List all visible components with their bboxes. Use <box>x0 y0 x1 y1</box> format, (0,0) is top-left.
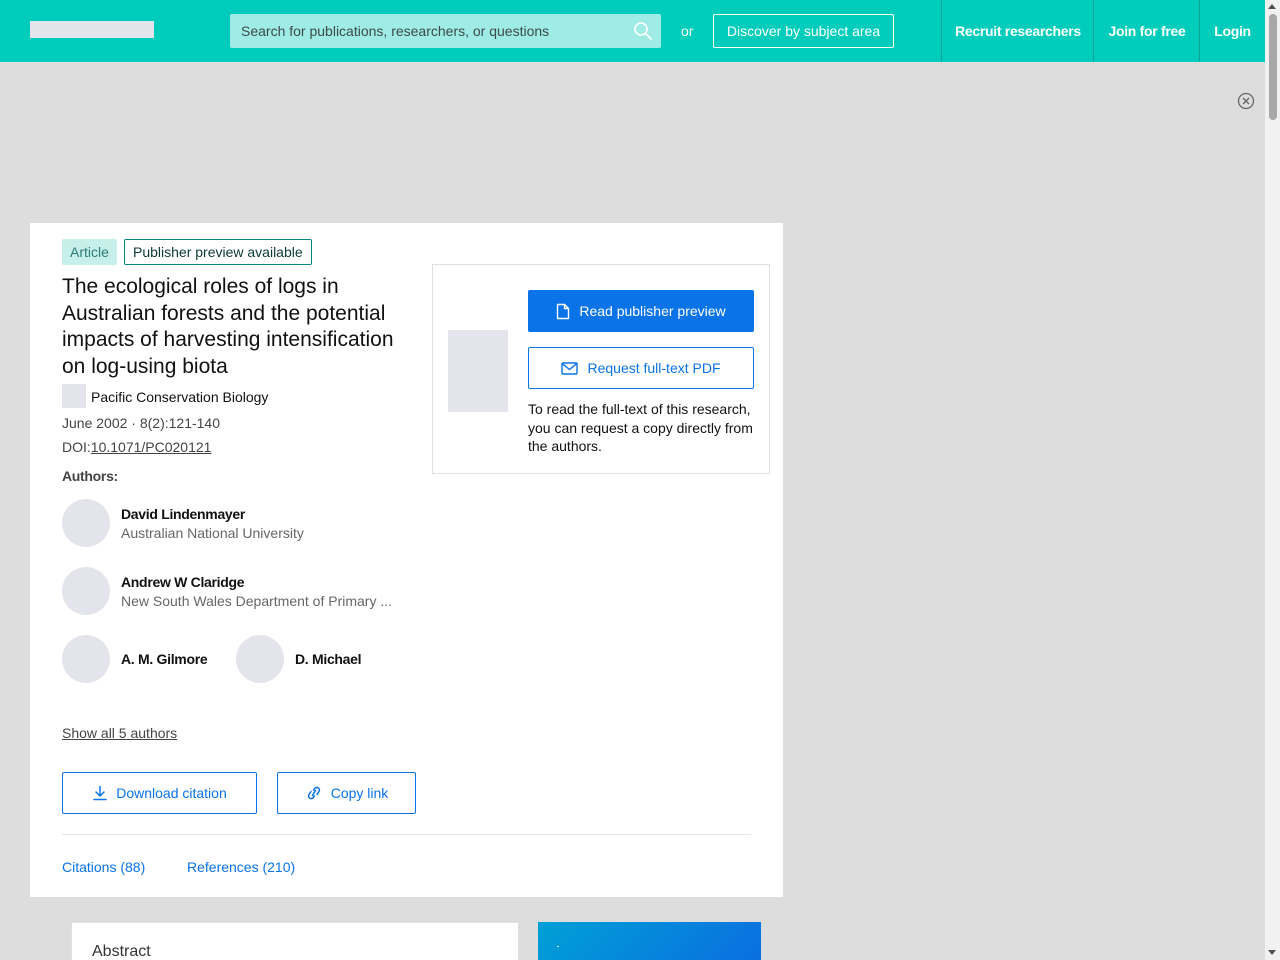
scroll-down-arrow-icon[interactable] <box>1268 950 1276 955</box>
search-icon[interactable] <box>633 21 653 41</box>
copy-link-label: Copy link <box>330 785 389 801</box>
avatar[interactable] <box>236 635 284 683</box>
tab-references[interactable]: References (210) <box>187 859 295 875</box>
login-link[interactable]: Login <box>1199 0 1265 62</box>
request-full-text-button[interactable]: Request full-text PDF <box>528 347 754 389</box>
search-input[interactable] <box>230 14 620 48</box>
site-logo[interactable] <box>30 21 154 38</box>
request-note: To read the full-text of this research, … <box>528 401 753 454</box>
read-publisher-preview-button[interactable]: Read publisher preview <box>528 290 754 332</box>
doi-link[interactable]: 10.1071/PC020121 <box>91 439 212 455</box>
show-all-authors-link[interactable]: Show all 5 authors <box>62 725 177 741</box>
publication-date: June 2002 · 8(2):121-140 <box>62 415 220 431</box>
scroll-thumb[interactable] <box>1269 14 1277 120</box>
join-for-free-link[interactable]: Join for free <box>1093 0 1200 62</box>
read-publisher-preview-label: Read publisher preview <box>579 303 726 319</box>
search-box <box>230 14 661 48</box>
author-item[interactable]: Andrew W Claridge New South Wales Depart… <box>62 567 392 615</box>
journal-name[interactable]: Pacific Conservation Biology <box>91 389 268 405</box>
close-circle-icon[interactable] <box>1237 92 1255 110</box>
mail-icon <box>561 361 579 375</box>
avatar[interactable] <box>62 567 110 615</box>
article-type-badge: Article <box>62 239 117 265</box>
avatar[interactable] <box>62 499 110 547</box>
request-full-text-label: Request full-text PDF <box>587 360 721 376</box>
top-navigation-bar: or Discover by subject area Recruit rese… <box>0 0 1265 62</box>
doi-label: DOI: <box>62 439 91 455</box>
author-item[interactable]: David Lindenmayer Australian National Un… <box>62 499 304 547</box>
document-icon <box>557 303 570 319</box>
author-name[interactable]: Andrew W Claridge <box>121 574 392 590</box>
author-name[interactable]: A. M. Gilmore <box>121 651 208 667</box>
scroll-up-arrow-icon[interactable] <box>1268 4 1276 9</box>
publication-cover-thumbnail[interactable] <box>448 330 508 412</box>
download-icon <box>93 785 107 801</box>
authors-label: Authors: <box>62 468 118 484</box>
or-text: or <box>681 23 694 39</box>
download-citation-label: Download citation <box>116 785 227 801</box>
doi-line: DOI:10.1071/PC020121 <box>62 439 211 455</box>
publisher-preview-badge: Publisher preview available <box>124 239 312 265</box>
promo-graphic <box>557 946 559 947</box>
divider <box>62 834 751 835</box>
author-name[interactable]: D. Michael <box>295 651 362 667</box>
article-title: The ecological roles of logs in Australi… <box>62 275 394 378</box>
author-item[interactable]: A. M. Gilmore <box>62 635 208 683</box>
tab-citations[interactable]: Citations (88) <box>62 859 145 875</box>
download-citation-button[interactable]: Download citation <box>62 772 257 814</box>
copy-link-button[interactable]: Copy link <box>277 772 416 814</box>
author-affiliation: New South Wales Department of Primary ..… <box>121 592 393 609</box>
link-icon <box>307 786 320 800</box>
abstract-heading: Abstract <box>92 943 151 960</box>
full-text-request-panel: Read publisher preview Request full-text… <box>432 264 770 474</box>
page-scrollbar[interactable] <box>1265 0 1280 960</box>
recruit-researchers-link[interactable]: Recruit researchers <box>941 0 1094 62</box>
promo-banner[interactable] <box>538 922 761 960</box>
discover-by-subject-button[interactable]: Discover by subject area <box>713 14 894 48</box>
article-card: Article Publisher preview available The … <box>30 223 783 897</box>
abstract-section: Abstract <box>71 922 519 960</box>
avatar[interactable] <box>62 635 110 683</box>
author-affiliation: Australian National University <box>121 524 304 541</box>
author-item[interactable]: D. Michael <box>236 635 362 683</box>
journal-logo <box>62 384 86 408</box>
author-name[interactable]: David Lindenmayer <box>121 506 304 522</box>
